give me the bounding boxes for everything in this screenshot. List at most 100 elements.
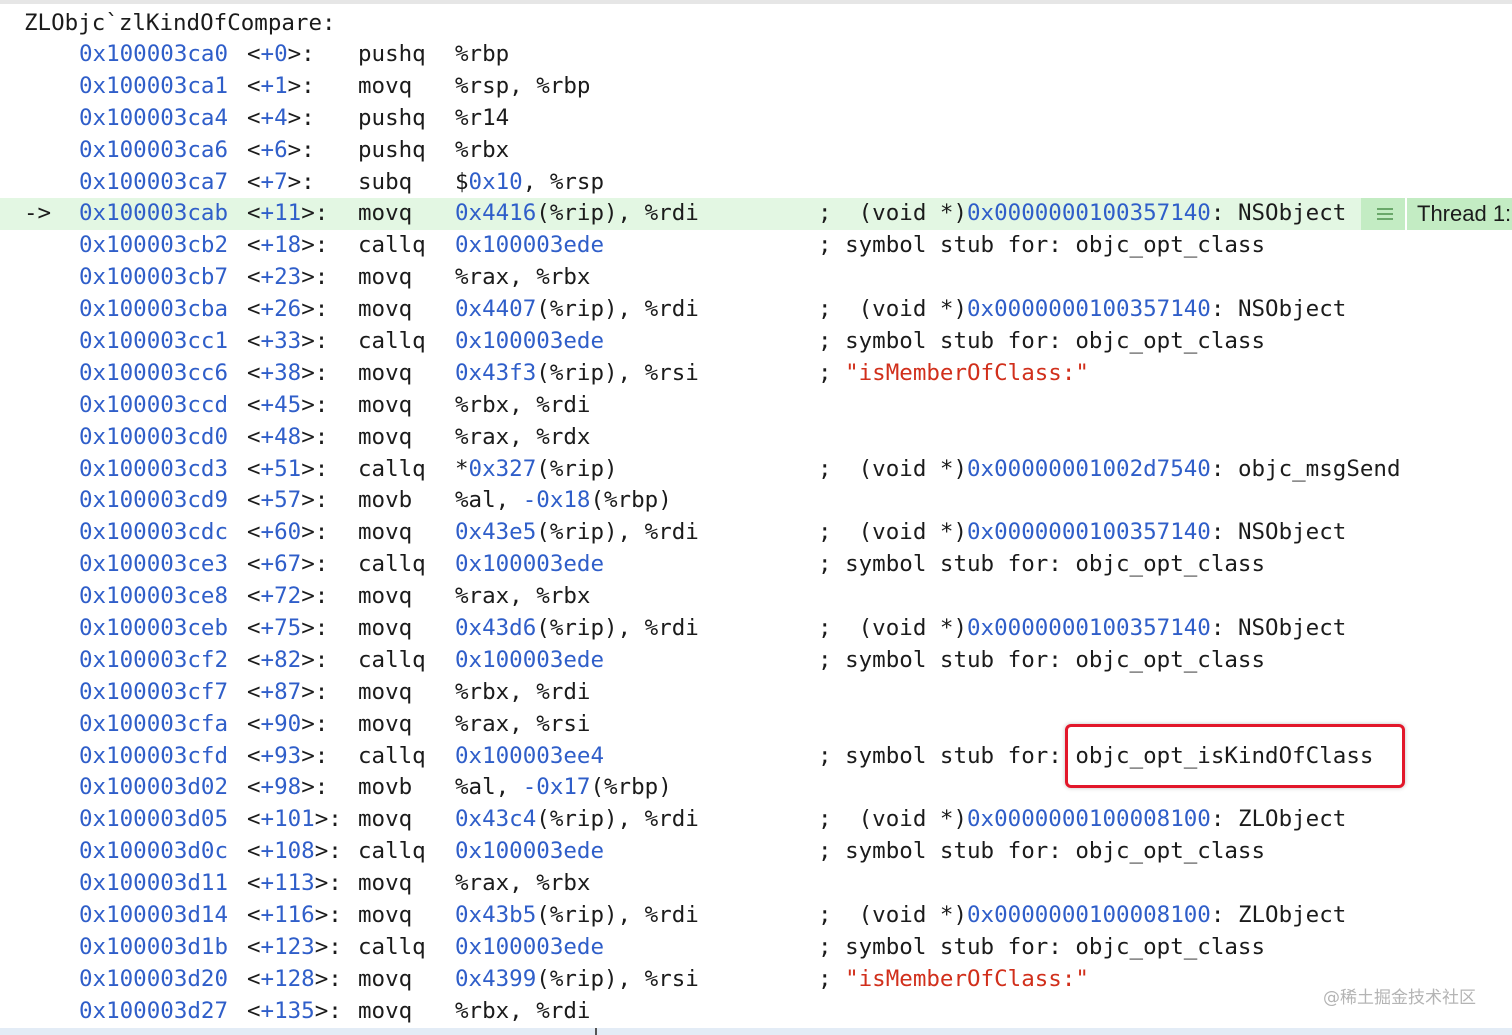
instruction-row[interactable]: 0x100003cf7 <+87>: movq %rbx, %rdi — [0, 677, 1512, 709]
instruction-operands: %rax, %rsi — [455, 709, 590, 741]
instruction-row[interactable]: 0x100003ccd <+45>: movq %rbx, %rdi — [0, 390, 1512, 422]
instruction-address[interactable]: 0x100003ca0 — [79, 39, 228, 71]
instruction-operands: %r14 — [455, 103, 509, 135]
offset-close-bracket: >: — [301, 455, 329, 482]
bottom-scrollbar-track[interactable] — [0, 1028, 1512, 1035]
instruction-row[interactable]: 0x100003cc6 <+38>: movq 0x43f3(%rip), %rsi;… — [0, 358, 1512, 390]
instruction-row[interactable]: 0x100003ca4 <+4>: pushq %r14 — [0, 103, 1512, 135]
offset-value: +60 — [260, 519, 302, 546]
instruction-address[interactable]: 0x100003cfd — [79, 741, 228, 773]
comment-segment: 0x00000001002d7540 — [967, 455, 1211, 482]
instruction-address[interactable]: 0x100003d14 — [79, 900, 228, 932]
offset-value: +7 — [260, 168, 288, 195]
instruction-mnemonic: callq — [358, 455, 426, 482]
instruction-row[interactable]: 0x100003cdc <+60>: movq 0x43e5(%rip), %rdi;… — [0, 517, 1512, 549]
instruction-row[interactable]: 0x100003d20 <+128>: movq 0x4399(%rip), %rsi… — [0, 964, 1512, 996]
instruction-row[interactable]: 0x100003cd9 <+57>: movb %al, -0x18(%rbp) — [0, 485, 1512, 517]
instruction-row[interactable]: 0x100003d05 <+101>: movq 0x43c4(%rip), %rdi… — [0, 804, 1512, 836]
instruction-address[interactable]: 0x100003ce8 — [79, 581, 228, 613]
instruction-address[interactable]: 0x100003ccd — [79, 390, 228, 422]
instruction-row[interactable]: 0x100003cc1 <+33>: callq 0x100003ede ; symbo… — [0, 326, 1512, 358]
instruction-mnemonic: movq — [358, 296, 413, 323]
operand-segment: 0x43b5 — [455, 902, 537, 929]
thread-badge[interactable]: Thread 1: — [1361, 198, 1512, 231]
instruction-address[interactable]: 0x100003cf7 — [79, 677, 228, 709]
instruction-offset: <+26>: — [247, 294, 328, 326]
instruction-address[interactable]: 0x100003cba — [79, 294, 228, 326]
instruction-row[interactable]: 0x100003ca7 <+7>: subq $0x10, %rsp — [0, 167, 1512, 199]
instruction-row[interactable]: 0x100003cd3 <+51>: callq *0x327(%rip) ; (voi… — [0, 454, 1512, 486]
offset-close-bracket: >: — [301, 328, 329, 355]
instruction-address[interactable]: 0x100003cdc — [79, 517, 228, 549]
instruction-mnemonic: movq — [358, 806, 413, 833]
current-instruction-row[interactable]: -> 0x100003cab <+11>: movq 0x4416(%rip), %rd… — [0, 198, 1512, 231]
instruction-operands: %rsp, %rbp — [455, 71, 590, 103]
instruction-row[interactable]: 0x100003ceb <+75>: movq 0x43d6(%rip), %rdi;… — [0, 613, 1512, 645]
instruction-address[interactable]: 0x100003cfa — [79, 709, 228, 741]
operand-segment: (%rip), %rdi — [536, 200, 699, 227]
instruction-row[interactable]: 0x100003ce8 <+72>: movq %rax, %rbx — [0, 581, 1512, 613]
instruction-comment: ; "isMemberOfClass:" — [818, 358, 1089, 390]
instruction-address[interactable]: 0x100003d05 — [79, 804, 228, 836]
instruction-row[interactable]: 0x100003cba <+26>: movq 0x4407(%rip), %rdi;… — [0, 294, 1512, 326]
offset-open-bracket: < — [247, 551, 261, 578]
instruction-address[interactable]: 0x100003cc1 — [79, 326, 228, 358]
instruction-row[interactable]: 0x100003ca1 <+1>: movq %rsp, %rbp — [0, 71, 1512, 103]
instruction-mnemonic: callq — [358, 551, 426, 578]
instruction-row[interactable]: 0x100003d11 <+113>: movq %rax, %rbx — [0, 868, 1512, 900]
operand-segment: 0x43e5 — [455, 519, 537, 546]
instruction-address[interactable]: 0x100003ca4 — [79, 103, 228, 135]
operand-segment: %rax, %rbx — [455, 583, 591, 610]
operand-segment: -0x17 — [522, 774, 591, 801]
instruction-row[interactable]: 0x100003ca0 <+0>: pushq %rbp — [0, 39, 1512, 71]
instruction-row[interactable]: 0x100003d14 <+116>: movq 0x43b5(%rip), %rdi… — [0, 900, 1512, 932]
offset-close-bracket: >: — [314, 838, 342, 865]
operand-segment: 0x100003ede — [455, 551, 605, 578]
instruction-row[interactable]: 0x100003ca6 <+6>: pushq %rbx — [0, 135, 1512, 167]
comment-segment: : NSObject — [1210, 200, 1347, 227]
instruction-operands: %al, -0x17(%rbp) — [455, 772, 672, 804]
instruction-address[interactable]: 0x100003d02 — [79, 772, 228, 804]
instruction-row[interactable]: 0x100003ce3 <+67>: callq 0x100003ede ; symbo… — [0, 549, 1512, 581]
instruction-address[interactable]: 0x100003cd3 — [79, 454, 228, 486]
instruction-address[interactable]: 0x100003cc6 — [79, 358, 228, 390]
instruction-address[interactable]: 0x100003ce3 — [79, 549, 228, 581]
instruction-offset: <+135>: — [247, 996, 342, 1028]
instruction-address[interactable]: 0x100003d0c — [79, 836, 228, 868]
instruction-address[interactable]: 0x100003cf2 — [79, 645, 228, 677]
offset-value: +93 — [260, 742, 302, 769]
instruction-row[interactable]: 0x100003d0c <+108>: callq 0x100003ede ; symb… — [0, 836, 1512, 868]
instruction-address[interactable]: 0x100003d20 — [79, 964, 228, 996]
instruction-row[interactable]: 0x100003cf2 <+82>: callq 0x100003ede ; symbo… — [0, 645, 1512, 677]
instruction-address[interactable]: 0x100003cb7 — [79, 262, 228, 294]
instruction-address[interactable]: 0x100003cd0 — [79, 422, 228, 454]
instruction-row[interactable]: 0x100003cb2 <+18>: callq 0x100003ede ; symbo… — [0, 230, 1512, 262]
thread-label[interactable]: Thread 1: — [1407, 198, 1512, 231]
instruction-row[interactable]: 0x100003d1b <+123>: callq 0x100003ede ; symb… — [0, 932, 1512, 964]
instruction-address[interactable]: 0x100003ca1 — [79, 71, 228, 103]
instruction-row[interactable]: 0x100003cb7 <+23>: movq %rax, %rbx — [0, 262, 1512, 294]
thread-menu-button[interactable] — [1361, 198, 1407, 231]
instruction-address[interactable]: 0x100003cb2 — [79, 230, 228, 262]
instruction-offset: <+67>: — [247, 549, 328, 581]
instruction-address[interactable]: 0x100003d1b — [79, 932, 228, 964]
instruction-address[interactable]: 0x100003cab — [79, 198, 228, 230]
instruction-offset: <+38>: — [247, 358, 328, 390]
watermark: @稀土掘金技术社区 — [1323, 988, 1476, 1008]
instruction-address[interactable]: 0x100003ca7 — [79, 167, 228, 199]
instruction-address[interactable]: 0x100003d11 — [79, 868, 228, 900]
instruction-address[interactable]: 0x100003ca6 — [79, 135, 228, 167]
operand-segment: %rax, %rdx — [455, 423, 591, 450]
function-header: ZLObjc`zlKindOfCompare: — [24, 10, 336, 36]
instruction-row[interactable]: 0x100003d27 <+135>: movq %rbx, %rdi — [0, 996, 1512, 1028]
disassembly-listing[interactable]: 0x100003ca0 <+0>: pushq %rbp 0x100003ca1 <+1>… — [0, 39, 1512, 1028]
offset-value: +90 — [260, 710, 302, 737]
offset-open-bracket: < — [247, 870, 261, 897]
offset-value: +26 — [260, 296, 302, 323]
instruction-row[interactable]: 0x100003cd0 <+48>: movq %rax, %rdx — [0, 422, 1512, 454]
instruction-operands: 0x43c4(%rip), %rdi — [455, 804, 699, 836]
instruction-address[interactable]: 0x100003d27 — [79, 996, 228, 1028]
instruction-address[interactable]: 0x100003cd9 — [79, 485, 228, 517]
instruction-address[interactable]: 0x100003ceb — [79, 613, 228, 645]
instruction-comment: ; (void *)0x0000000100008100: ZLObject — [818, 900, 1346, 932]
